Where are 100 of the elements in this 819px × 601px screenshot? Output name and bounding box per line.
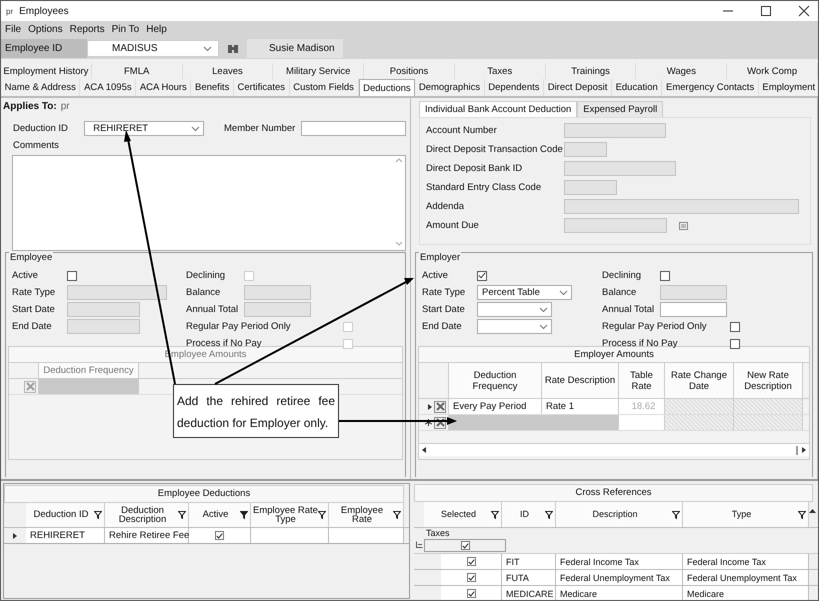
window-title: Employees — [19, 6, 69, 16]
column-header[interactable]: New Rate Description — [734, 363, 803, 398]
input-field[interactable] — [660, 302, 727, 317]
scroll-left-icon[interactable] — [422, 447, 426, 453]
tab[interactable]: Dependents — [484, 79, 544, 96]
employee-id-dropdown[interactable]: MADISUS — [87, 40, 219, 57]
filter-icon[interactable] — [672, 510, 680, 518]
column-header[interactable]: Type — [683, 502, 809, 527]
filter-icon[interactable] — [94, 511, 102, 519]
column-header[interactable]: Table Rate — [619, 363, 665, 398]
filter-icon[interactable] — [393, 511, 401, 519]
tab[interactable]: ACA 1095s — [80, 79, 136, 96]
horizontal-scrollbar[interactable] — [419, 443, 809, 456]
field-label: Start Date — [12, 304, 56, 315]
caret-icon[interactable] — [191, 126, 200, 132]
column-header[interactable]: Employee Rate Type — [251, 503, 329, 527]
maximize-icon[interactable] — [760, 5, 772, 17]
checkbox[interactable] — [67, 270, 77, 280]
tab[interactable]: Name & Address — [1, 79, 80, 96]
field-label: Member Number — [224, 123, 296, 134]
field-label: Account Number — [426, 125, 498, 136]
comments-field[interactable] — [12, 155, 406, 251]
input-field[interactable] — [564, 218, 667, 233]
filter-icon[interactable] — [491, 510, 499, 518]
tab[interactable]: Deductions — [358, 79, 416, 96]
filter-icon[interactable] — [545, 510, 553, 518]
menu-item[interactable]: File — [5, 24, 22, 35]
checkbox[interactable] — [215, 531, 224, 540]
column-header[interactable]: Deduction Frequency — [39, 363, 139, 378]
field-label: Start Date — [422, 304, 466, 315]
input-field[interactable] — [564, 142, 607, 157]
input-field[interactable] — [564, 123, 666, 138]
close-icon[interactable] — [798, 5, 810, 17]
checkbox[interactable] — [460, 541, 470, 550]
tab[interactable]: ACA Hours — [136, 79, 192, 96]
dropdown[interactable]: Percent Table — [477, 285, 572, 300]
menu-item[interactable]: Options — [28, 24, 63, 35]
caret-icon[interactable] — [559, 290, 568, 296]
menu-item[interactable]: Help — [146, 24, 167, 35]
column-header[interactable]: ID — [502, 502, 556, 527]
column-header[interactable]: Description — [556, 502, 683, 527]
applies-to-label: Applies To: — [3, 101, 57, 112]
caret-icon[interactable] — [539, 324, 548, 330]
table-cell: Rate 1 — [542, 399, 619, 414]
column-header[interactable]: Employee Rate — [329, 503, 404, 527]
checkbox[interactable] — [730, 322, 740, 332]
tab[interactable]: Emergency Contacts — [662, 79, 759, 96]
table-cell — [665, 415, 734, 430]
scrollbar[interactable] — [395, 156, 403, 248]
member-number-field[interactable] — [301, 121, 406, 136]
input-field[interactable] — [564, 199, 799, 214]
table-cell: Medicare — [556, 586, 683, 600]
scroll-up-icon[interactable] — [809, 508, 816, 513]
column-header[interactable]: Rate Description — [542, 363, 619, 398]
deduction-id-dropdown[interactable]: REHIRERET — [84, 121, 204, 136]
checkbox[interactable] — [466, 557, 476, 566]
scroll-right-icon[interactable] — [802, 447, 806, 453]
checkbox[interactable] — [477, 270, 487, 280]
menu-item[interactable]: Pin To — [112, 24, 140, 35]
field-label: Deduction ID — [13, 123, 69, 134]
input-field[interactable] — [564, 161, 676, 176]
tab[interactable]: Employment — [758, 79, 818, 96]
tab[interactable]: Individual Bank Account Deduction — [419, 101, 578, 117]
field-label: Direct Deposit Bank ID — [426, 163, 524, 174]
field-label: Active — [422, 270, 449, 281]
filter-icon[interactable] — [178, 511, 186, 519]
group-title: Employer — [419, 252, 462, 263]
column-header[interactable]: Deduction Description — [105, 503, 189, 527]
input-field[interactable] — [564, 180, 617, 195]
field-label: Addenda — [426, 201, 466, 212]
checkbox[interactable] — [466, 573, 476, 582]
tab[interactable]: Direct Deposit — [544, 79, 612, 96]
filter-icon[interactable] — [318, 511, 326, 519]
table-cell: Rehire Retiree Fee — [105, 528, 189, 543]
column-header[interactable]: Deduction Frequency — [449, 363, 542, 398]
caret-icon[interactable] — [539, 306, 548, 312]
column-header[interactable]: Rate Change Date — [665, 363, 734, 398]
filter-icon[interactable] — [240, 511, 248, 519]
checkbox[interactable] — [466, 589, 476, 598]
column-header[interactable]: Deduction ID — [26, 503, 105, 527]
new-row-icon — [425, 419, 432, 426]
checkbox[interactable] — [660, 270, 670, 280]
menu-item[interactable]: Reports — [70, 24, 105, 35]
caret-icon[interactable] — [203, 46, 212, 52]
tab[interactable]: Demographics — [415, 79, 485, 96]
table-cell: REHIRERET — [26, 528, 105, 543]
calculator-icon[interactable] — [679, 222, 688, 230]
binoculars-icon[interactable] — [227, 43, 239, 54]
field-label: Balance — [602, 287, 638, 298]
tab[interactable]: Benefits — [191, 79, 234, 96]
field-label: Balance — [186, 287, 222, 298]
checkbox[interactable] — [730, 338, 740, 348]
tab[interactable]: Certificates — [234, 79, 290, 96]
applies-to-value: pr — [60, 101, 70, 112]
tab[interactable]: Expensed Payroll — [577, 101, 664, 117]
filter-icon[interactable] — [798, 510, 806, 518]
column-header[interactable]: Active — [189, 503, 251, 527]
tab[interactable]: Education — [612, 79, 662, 96]
collapse-icon[interactable] — [416, 541, 423, 548]
column-header[interactable]: Selected — [424, 502, 502, 527]
